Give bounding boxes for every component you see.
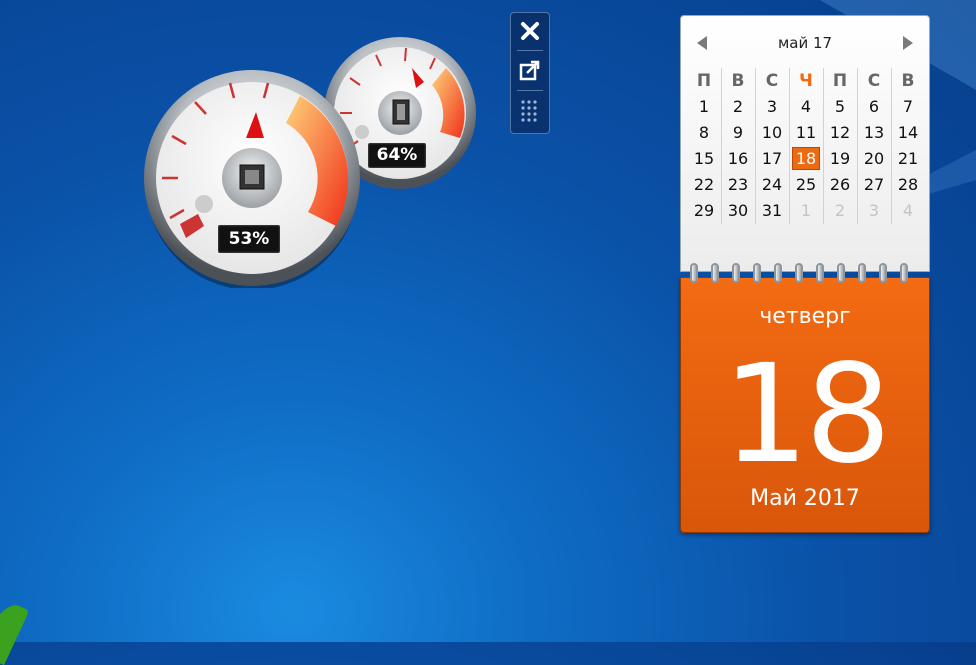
calendar-binding-rings bbox=[680, 263, 928, 291]
day-cell[interactable]: 14 bbox=[891, 120, 925, 146]
calendar-month-header: май 17 bbox=[777, 34, 833, 52]
day-cell[interactable]: 24 bbox=[755, 172, 789, 198]
binding-ring bbox=[816, 263, 824, 283]
day-cell[interactable]: 16 bbox=[721, 146, 755, 172]
weekday-header: В bbox=[731, 71, 745, 91]
weekday-name: четверг bbox=[759, 304, 851, 329]
day-cell[interactable]: 28 bbox=[891, 172, 925, 198]
day-cell[interactable]: 20 bbox=[857, 146, 891, 172]
day-cell[interactable]: 21 bbox=[891, 146, 925, 172]
binding-ring bbox=[711, 263, 719, 283]
weekday-header: П bbox=[832, 71, 848, 91]
binding-ring bbox=[858, 263, 866, 283]
close-icon bbox=[521, 22, 539, 40]
day-cell[interactable]: 26 bbox=[823, 172, 857, 198]
options-icon bbox=[519, 60, 540, 81]
memory-usage-label: 64% bbox=[368, 143, 426, 168]
week-row: 15 16 17 18 19 20 21 bbox=[687, 146, 925, 172]
day-cell[interactable]: 19 bbox=[823, 146, 857, 172]
cpu-usage-label: 53% bbox=[218, 225, 280, 253]
gadget-options-button[interactable] bbox=[515, 56, 545, 86]
weekday-header: В bbox=[901, 71, 915, 91]
day-cell[interactable]: 23 bbox=[721, 172, 755, 198]
drag-handle-icon bbox=[521, 100, 537, 122]
day-cell[interactable]: 4 bbox=[789, 94, 823, 120]
day-cell[interactable]: 29 bbox=[687, 198, 721, 224]
next-month-button[interactable] bbox=[903, 36, 913, 50]
desktop-leaf-decoration bbox=[0, 598, 30, 665]
toolbar-divider bbox=[517, 50, 543, 51]
binding-ring bbox=[690, 263, 698, 283]
day-cell[interactable]: 12 bbox=[823, 120, 857, 146]
day-cell[interactable]: 17 bbox=[755, 146, 789, 172]
month-year-label: Май 2017 bbox=[750, 486, 860, 511]
toolbar-divider bbox=[517, 90, 543, 91]
today-cell[interactable]: 18 bbox=[789, 146, 823, 172]
day-number: 18 bbox=[722, 336, 891, 494]
day-cell[interactable]: 25 bbox=[789, 172, 823, 198]
weekday-header: С bbox=[765, 71, 779, 91]
binding-ring bbox=[837, 263, 845, 283]
day-cell[interactable]: 15 bbox=[687, 146, 721, 172]
week-row: 22 23 24 25 26 27 28 bbox=[687, 172, 925, 198]
weekday-header: П bbox=[696, 71, 712, 91]
day-cell[interactable]: 7 bbox=[891, 94, 925, 120]
calendar-grid: П В С Ч П С В 1 2 3 4 5 6 7 8 9 10 11 12… bbox=[687, 68, 925, 224]
day-cell[interactable]: 22 bbox=[687, 172, 721, 198]
day-cell[interactable]: 10 bbox=[755, 120, 789, 146]
next-month-day-cell[interactable]: 1 bbox=[789, 198, 823, 224]
day-cell[interactable]: 1 bbox=[687, 94, 721, 120]
calendar-day-view[interactable]: четверг 18 Май 2017 bbox=[680, 277, 930, 533]
day-cell[interactable]: 30 bbox=[721, 198, 755, 224]
next-month-day-cell[interactable]: 3 bbox=[857, 198, 891, 224]
day-cell[interactable]: 31 bbox=[755, 198, 789, 224]
day-cell[interactable]: 6 bbox=[857, 94, 891, 120]
calendar-month-view: май 17 П В С Ч П С В 1 2 3 4 5 6 7 8 9 1… bbox=[680, 15, 930, 272]
day-cell[interactable]: 3 bbox=[755, 94, 789, 120]
binding-ring bbox=[753, 263, 761, 283]
day-cell[interactable]: 8 bbox=[687, 120, 721, 146]
next-month-day-cell[interactable]: 2 bbox=[823, 198, 857, 224]
week-row: 8 9 10 11 12 13 14 bbox=[687, 120, 925, 146]
binding-ring bbox=[795, 263, 803, 283]
day-cell[interactable]: 9 bbox=[721, 120, 755, 146]
weekday-header: С bbox=[867, 71, 881, 91]
week-row: 1 2 3 4 5 6 7 bbox=[687, 94, 925, 120]
gadget-toolbar bbox=[510, 12, 550, 134]
drag-gadget-handle[interactable] bbox=[515, 96, 545, 126]
close-gadget-button[interactable] bbox=[515, 16, 545, 46]
day-cell[interactable]: 5 bbox=[823, 94, 857, 120]
weekday-header-row: П В С Ч П С В bbox=[687, 68, 925, 94]
day-cell[interactable]: 27 bbox=[857, 172, 891, 198]
cpu-meter-gadget[interactable]: 53% 64% bbox=[140, 28, 480, 290]
cpu-chip-icon bbox=[239, 164, 265, 190]
binding-ring bbox=[900, 263, 908, 283]
binding-ring bbox=[774, 263, 782, 283]
day-cell[interactable]: 2 bbox=[721, 94, 755, 120]
binding-ring bbox=[732, 263, 740, 283]
day-cell[interactable]: 13 bbox=[857, 120, 891, 146]
binding-ring bbox=[879, 263, 887, 283]
gauge-graphics bbox=[144, 37, 476, 290]
week-row: 29 30 31 1 2 3 4 bbox=[687, 198, 925, 224]
today-marker: 18 bbox=[791, 147, 821, 170]
memory-chip-icon bbox=[392, 99, 410, 125]
next-month-day-cell[interactable]: 4 bbox=[891, 198, 925, 224]
weekday-header: Ч bbox=[799, 71, 813, 91]
day-cell[interactable]: 11 bbox=[789, 120, 823, 146]
